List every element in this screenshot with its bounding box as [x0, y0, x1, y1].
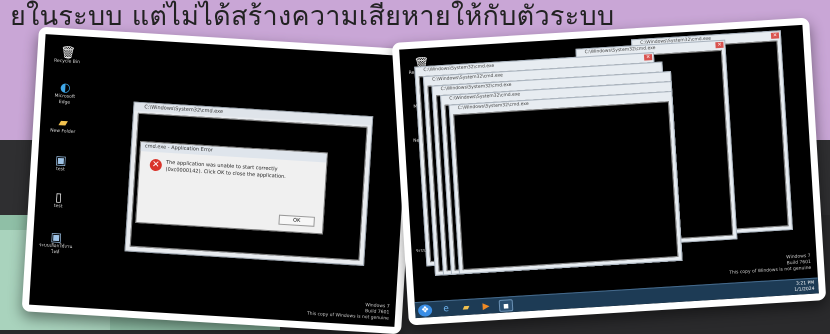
ie-icon[interactable]: e: [439, 303, 454, 316]
folder-icon[interactable]: ▰ New Folder: [47, 114, 78, 136]
close-icon[interactable]: ✕: [715, 41, 724, 49]
cmd-icon[interactable]: ▪: [498, 299, 514, 312]
windows-watermark: Windows 7 Build 7601 This copy of Window…: [306, 303, 390, 322]
left-desktop: 🗑 Recycle Bin ◐ Microsoft Edge ▰ New Fol…: [29, 34, 411, 327]
cmd-window-front[interactable]: C:\Windows\System32\cmd.exe: [448, 90, 683, 275]
clock[interactable]: 3:21 PM 1/1/2024: [794, 281, 815, 294]
error-icon: ✕: [149, 158, 163, 172]
ok-button[interactable]: OK: [278, 214, 315, 227]
edge-icon[interactable]: ◐ Microsoft Edge: [49, 79, 81, 107]
windows-watermark: Windows 7 Build 7601 This copy of Window…: [729, 253, 812, 276]
close-icon[interactable]: ✕: [770, 32, 780, 39]
file-icon[interactable]: ▯ test: [43, 189, 74, 211]
cmd-window[interactable]: C:\Windows\System32\cmd.exe cmd.exe - Ap…: [124, 101, 374, 266]
media-player-icon[interactable]: ▶: [479, 300, 494, 313]
close-icon[interactable]: ✕: [643, 54, 653, 61]
taskbar: ❖ e ▰ ▶ ▪ 3:21 PM 1/1/2024: [414, 277, 819, 319]
error-message: The application was unable to start corr…: [165, 159, 287, 181]
left-screenshot-card: 🗑 Recycle Bin ◐ Microsoft Edge ▰ New Fol…: [21, 26, 419, 334]
right-desktop: 🗑 Recycle Bin ◐ Microsoft Edge ▰ New Fol…: [399, 24, 819, 319]
shortcut-icon[interactable]: ▣ ระบบเลือกใช้งาน ไฟล์: [38, 229, 74, 257]
start-orb-icon[interactable]: ❖: [417, 304, 433, 317]
folder-icon[interactable]: ▰: [459, 302, 474, 315]
error-dialog[interactable]: cmd.exe - Application Error ✕ The applic…: [135, 141, 328, 235]
app-icon[interactable]: ▣ test: [45, 152, 76, 174]
recycle-bin-icon[interactable]: 🗑 Recycle Bin: [52, 45, 83, 67]
right-screenshot-card: 🗑 Recycle Bin ◐ Microsoft Edge ▰ New Fol…: [391, 17, 827, 326]
